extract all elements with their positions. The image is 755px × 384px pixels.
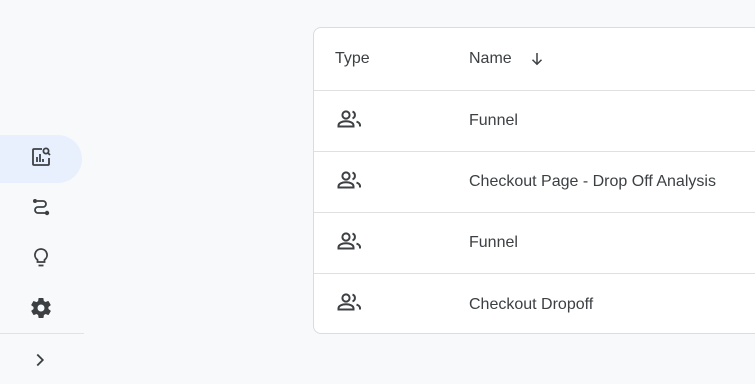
path-icon	[29, 196, 53, 225]
name-cell: Checkout Page - Drop Off Analysis	[469, 173, 716, 191]
expand-rail-button[interactable]	[28, 350, 52, 374]
nav-rail	[0, 0, 84, 384]
type-cell	[335, 290, 365, 319]
people-icon	[335, 229, 365, 258]
explore-report-icon	[29, 145, 53, 174]
row-name[interactable]: Funnel	[469, 112, 518, 130]
nav-item-insights[interactable]	[0, 236, 84, 284]
row-name[interactable]: Funnel	[469, 234, 518, 252]
table-header-row: Type Name	[314, 28, 755, 91]
explorations-table: Type Name Funnel Checkout Page - Drop Of…	[313, 27, 755, 334]
column-header-type: Type	[335, 50, 370, 68]
arrow-down-icon[interactable]	[528, 50, 546, 68]
name-cell: Funnel	[469, 112, 518, 130]
name-cell: Checkout Dropoff	[469, 296, 593, 314]
nav-item-admin[interactable]	[0, 286, 84, 334]
people-icon	[335, 290, 365, 319]
chevron-right-icon	[29, 349, 51, 376]
row-name[interactable]: Checkout Dropoff	[469, 296, 593, 314]
nav-item-explore[interactable]	[0, 135, 82, 183]
type-cell	[335, 107, 365, 136]
people-icon	[335, 168, 365, 197]
table-row[interactable]: Checkout Dropoff	[314, 274, 755, 335]
table-row[interactable]: Funnel	[314, 91, 755, 152]
type-cell	[335, 229, 365, 258]
gear-icon	[29, 296, 53, 325]
people-icon	[335, 107, 365, 136]
lightbulb-icon	[29, 246, 53, 275]
name-cell: Funnel	[469, 234, 518, 252]
table-row[interactable]: Funnel	[314, 213, 755, 274]
rail-divider	[0, 333, 84, 334]
type-cell	[335, 168, 365, 197]
row-name[interactable]: Checkout Page - Drop Off Analysis	[469, 173, 716, 191]
name-header-label: Name	[469, 50, 512, 67]
nav-item-path[interactable]	[0, 186, 84, 234]
table-row[interactable]: Checkout Page - Drop Off Analysis	[314, 152, 755, 213]
column-header-name[interactable]: Name	[469, 50, 546, 68]
type-header-label: Type	[335, 50, 370, 67]
